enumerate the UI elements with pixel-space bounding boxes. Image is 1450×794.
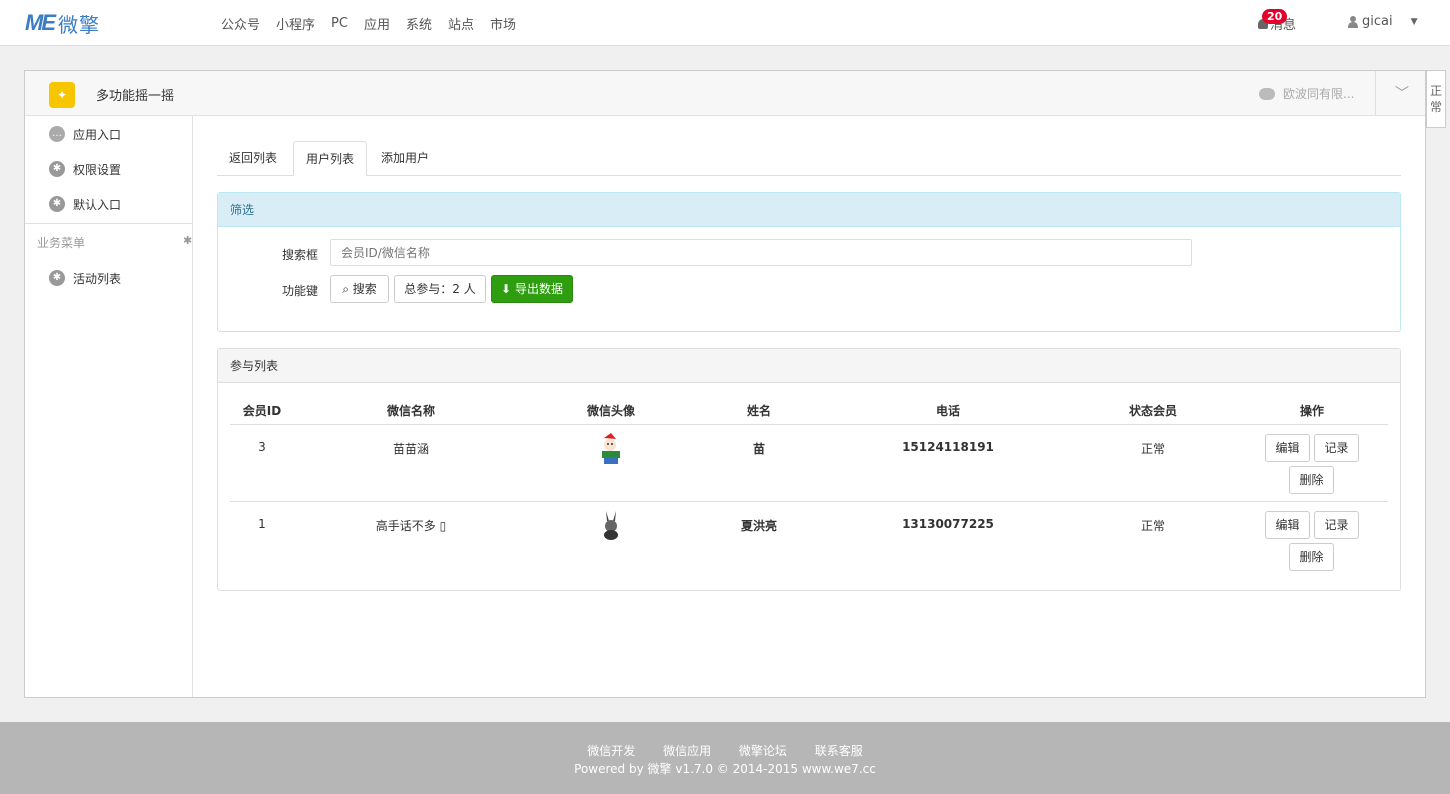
sidebar-item-label: 默认入口 (73, 197, 122, 212)
account-switch[interactable]: 欧波同有限... (1259, 85, 1354, 102)
sidebar-item-label: 活动列表 (73, 271, 122, 286)
gear-icon: ✱ (49, 161, 65, 177)
row-divider (230, 501, 1388, 502)
logo-mark: ME (25, 10, 56, 35)
footer-link-forum[interactable]: 微擎论坛 (739, 744, 787, 758)
list-title: 参与列表 (218, 349, 1400, 383)
sidebar-item-default-entry[interactable]: ✱ 默认入口 (49, 194, 121, 214)
tab-back-to-list[interactable]: 返回列表 (217, 141, 289, 176)
export-button-label: 导出数据 (514, 282, 563, 296)
participant-list-panel: 参与列表 会员ID 微信名称 微信头像 姓名 电话 状态会员 操作 3 苗苗涵 … (217, 348, 1401, 591)
cell-nickname: 苗苗涵 (392, 442, 429, 456)
content-tabs: 返回列表 用户列表 添加用户 (217, 141, 1401, 176)
footer: 微信开发 微信应用 微擎论坛 联系客服 Powered by 微擎 v1.7.0… (0, 722, 1450, 794)
tab-user-list[interactable]: 用户列表 (293, 141, 368, 176)
nav-item-miniprogram[interactable]: 小程序 (276, 14, 315, 33)
wechat-icon (1259, 87, 1275, 100)
nav-item-pc[interactable]: PC (331, 16, 348, 31)
nav-item-system[interactable]: 系统 (406, 14, 432, 33)
panel-header: ✦ 多功能摇一摇 欧波同有限... ﹀ (25, 71, 1425, 116)
header-divider (1375, 71, 1376, 116)
function-label: 功能键 (281, 284, 318, 298)
app-icon: ✦ (49, 82, 75, 108)
gear-icon[interactable]: ✱ (183, 234, 192, 247)
total-participants: 总参与：2 人 (394, 275, 486, 303)
nav-item-site[interactable]: 站点 (448, 14, 474, 33)
main-panel: ✦ 多功能摇一摇 欧波同有限... ﹀ … 应用入口 ✱ 权限设置 ✱ 默认入口… (24, 70, 1426, 698)
delete-button[interactable]: 删除 (1289, 543, 1334, 571)
tab-add-user[interactable]: 添加用户 (369, 141, 441, 176)
search-input[interactable] (330, 239, 1192, 266)
top-navbar: ME 微擎 公众号 小程序 PC 应用 系统 站点 市场 消息 20 gicai… (0, 0, 1450, 46)
nav-item-gongzhonghao[interactable]: 公众号 (221, 14, 260, 33)
search-button-label: 搜索 (352, 282, 377, 296)
sidebar-item-activity-list[interactable]: ✱ 活动列表 (49, 268, 121, 288)
status-side-tab[interactable]: 正常 (1426, 70, 1446, 128)
footer-copyright: Powered by 微擎 v1.7.0 © 2014-2015 www.we7… (574, 762, 876, 776)
filter-title: 筛选 (218, 193, 1400, 227)
cell-nickname: 高手话不多 ▯ (375, 519, 447, 533)
cell-phone: 13130077225 (902, 517, 994, 531)
delete-button[interactable]: 删除 (1289, 466, 1334, 494)
gear-icon: ✱ (49, 270, 65, 286)
user-icon (1348, 15, 1358, 28)
user-menu[interactable]: gicai ▼ (1348, 14, 1418, 29)
column-header-nickname: 微信名称 (386, 404, 435, 418)
message-count-badge: 20 (1262, 9, 1288, 24)
messages-link[interactable]: 消息 20 (1258, 9, 1296, 33)
avatar (596, 432, 626, 464)
search-label: 搜索框 (281, 248, 318, 262)
download-icon: ⬇ (501, 282, 512, 296)
footer-link-support[interactable]: 联系客服 (815, 744, 863, 758)
column-header-phone: 电话 (935, 404, 960, 418)
cell-status: 正常 (1140, 442, 1165, 456)
footer-link-wechat-apps[interactable]: 微信应用 (663, 744, 711, 758)
filter-panel: 筛选 搜索框 功能键 ⌕ 搜索 总参与：2 人 ⬇ 导出数据 (217, 192, 1401, 332)
row-divider (230, 424, 1388, 425)
cell-phone: 15124118191 (902, 440, 994, 454)
cell-name: 夏洪亮 (740, 519, 777, 533)
column-header-name: 姓名 (746, 404, 771, 418)
app-title: 多功能摇一摇 (96, 89, 175, 104)
column-header-avatar: 微信头像 (586, 404, 635, 418)
account-name: 欧波同有限... (1283, 87, 1355, 101)
gear-icon: ✱ (49, 196, 65, 212)
sidebar-item-app-entry[interactable]: … 应用入口 (49, 124, 121, 144)
column-header-status: 状态会员 (1128, 404, 1177, 418)
export-button[interactable]: ⬇ 导出数据 (491, 275, 573, 303)
footer-link-wechat-dev[interactable]: 微信开发 (587, 744, 635, 758)
cell-status: 正常 (1140, 519, 1165, 533)
sidebar-item-label: 权限设置 (73, 162, 122, 177)
column-header-member-id: 会员ID (242, 404, 282, 418)
sidebar-group-title: 业务菜单 (37, 236, 86, 250)
chevron-down-icon[interactable]: ﹀ (1395, 83, 1409, 103)
nav-item-market[interactable]: 市场 (490, 14, 516, 33)
nav-item-apps[interactable]: 应用 (364, 14, 390, 33)
avatar (596, 509, 626, 541)
column-header-actions: 操作 (1299, 404, 1324, 418)
sidebar-item-permissions[interactable]: ✱ 权限设置 (49, 159, 121, 179)
cell-member-id: 3 (258, 440, 266, 454)
cell-name: 苗 (752, 442, 765, 456)
edit-button[interactable]: 编辑 (1265, 511, 1310, 539)
edit-button[interactable]: 编辑 (1265, 434, 1310, 462)
sidebar: … 应用入口 ✱ 权限设置 ✱ 默认入口 业务菜单 ✱ ✱ 活动列表 (25, 116, 193, 697)
cell-member-id: 1 (258, 517, 266, 531)
brand-logo[interactable]: ME 微擎 (25, 10, 100, 37)
username: gicai (1362, 14, 1393, 29)
sidebar-item-label: 应用入口 (73, 127, 122, 142)
search-icon: ⌕ (342, 282, 349, 296)
footer-links: 微信开发 微信应用 微擎论坛 联系客服 (0, 742, 1450, 759)
search-button[interactable]: ⌕ 搜索 (330, 275, 389, 303)
logo-text: 微擎 (58, 12, 100, 37)
record-button[interactable]: 记录 (1314, 511, 1359, 539)
main-nav: 公众号 小程序 PC 应用 系统 站点 市场 (221, 0, 532, 46)
sidebar-divider (25, 223, 192, 224)
chat-icon: … (49, 126, 65, 142)
caret-down-icon: ▼ (1410, 16, 1418, 27)
record-button[interactable]: 记录 (1314, 434, 1359, 462)
